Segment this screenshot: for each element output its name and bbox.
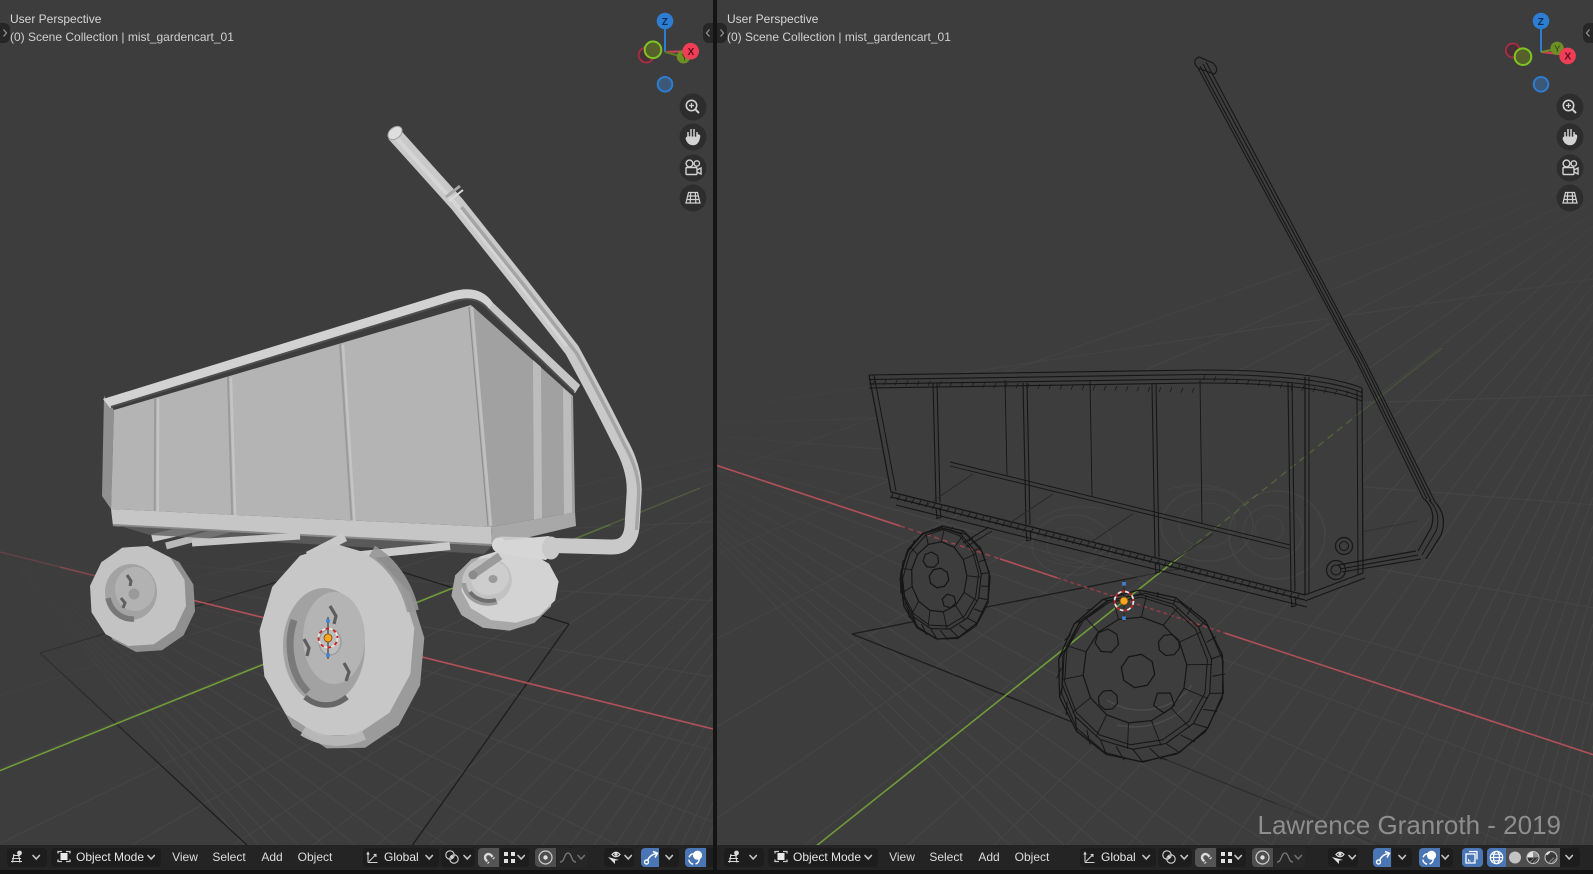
svg-text:Object Mode: Object Mode	[793, 850, 861, 864]
svg-text:Global: Global	[1101, 850, 1136, 864]
svg-text:Object Mode: Object Mode	[76, 850, 144, 864]
svg-text:Global: Global	[384, 850, 419, 864]
svg-text:Z: Z	[662, 17, 668, 28]
svg-text:X: X	[688, 47, 695, 58]
svg-text:X: X	[1565, 52, 1572, 63]
svg-text:Y: Y	[1554, 44, 1560, 54]
svg-text:Z: Z	[1538, 17, 1544, 28]
